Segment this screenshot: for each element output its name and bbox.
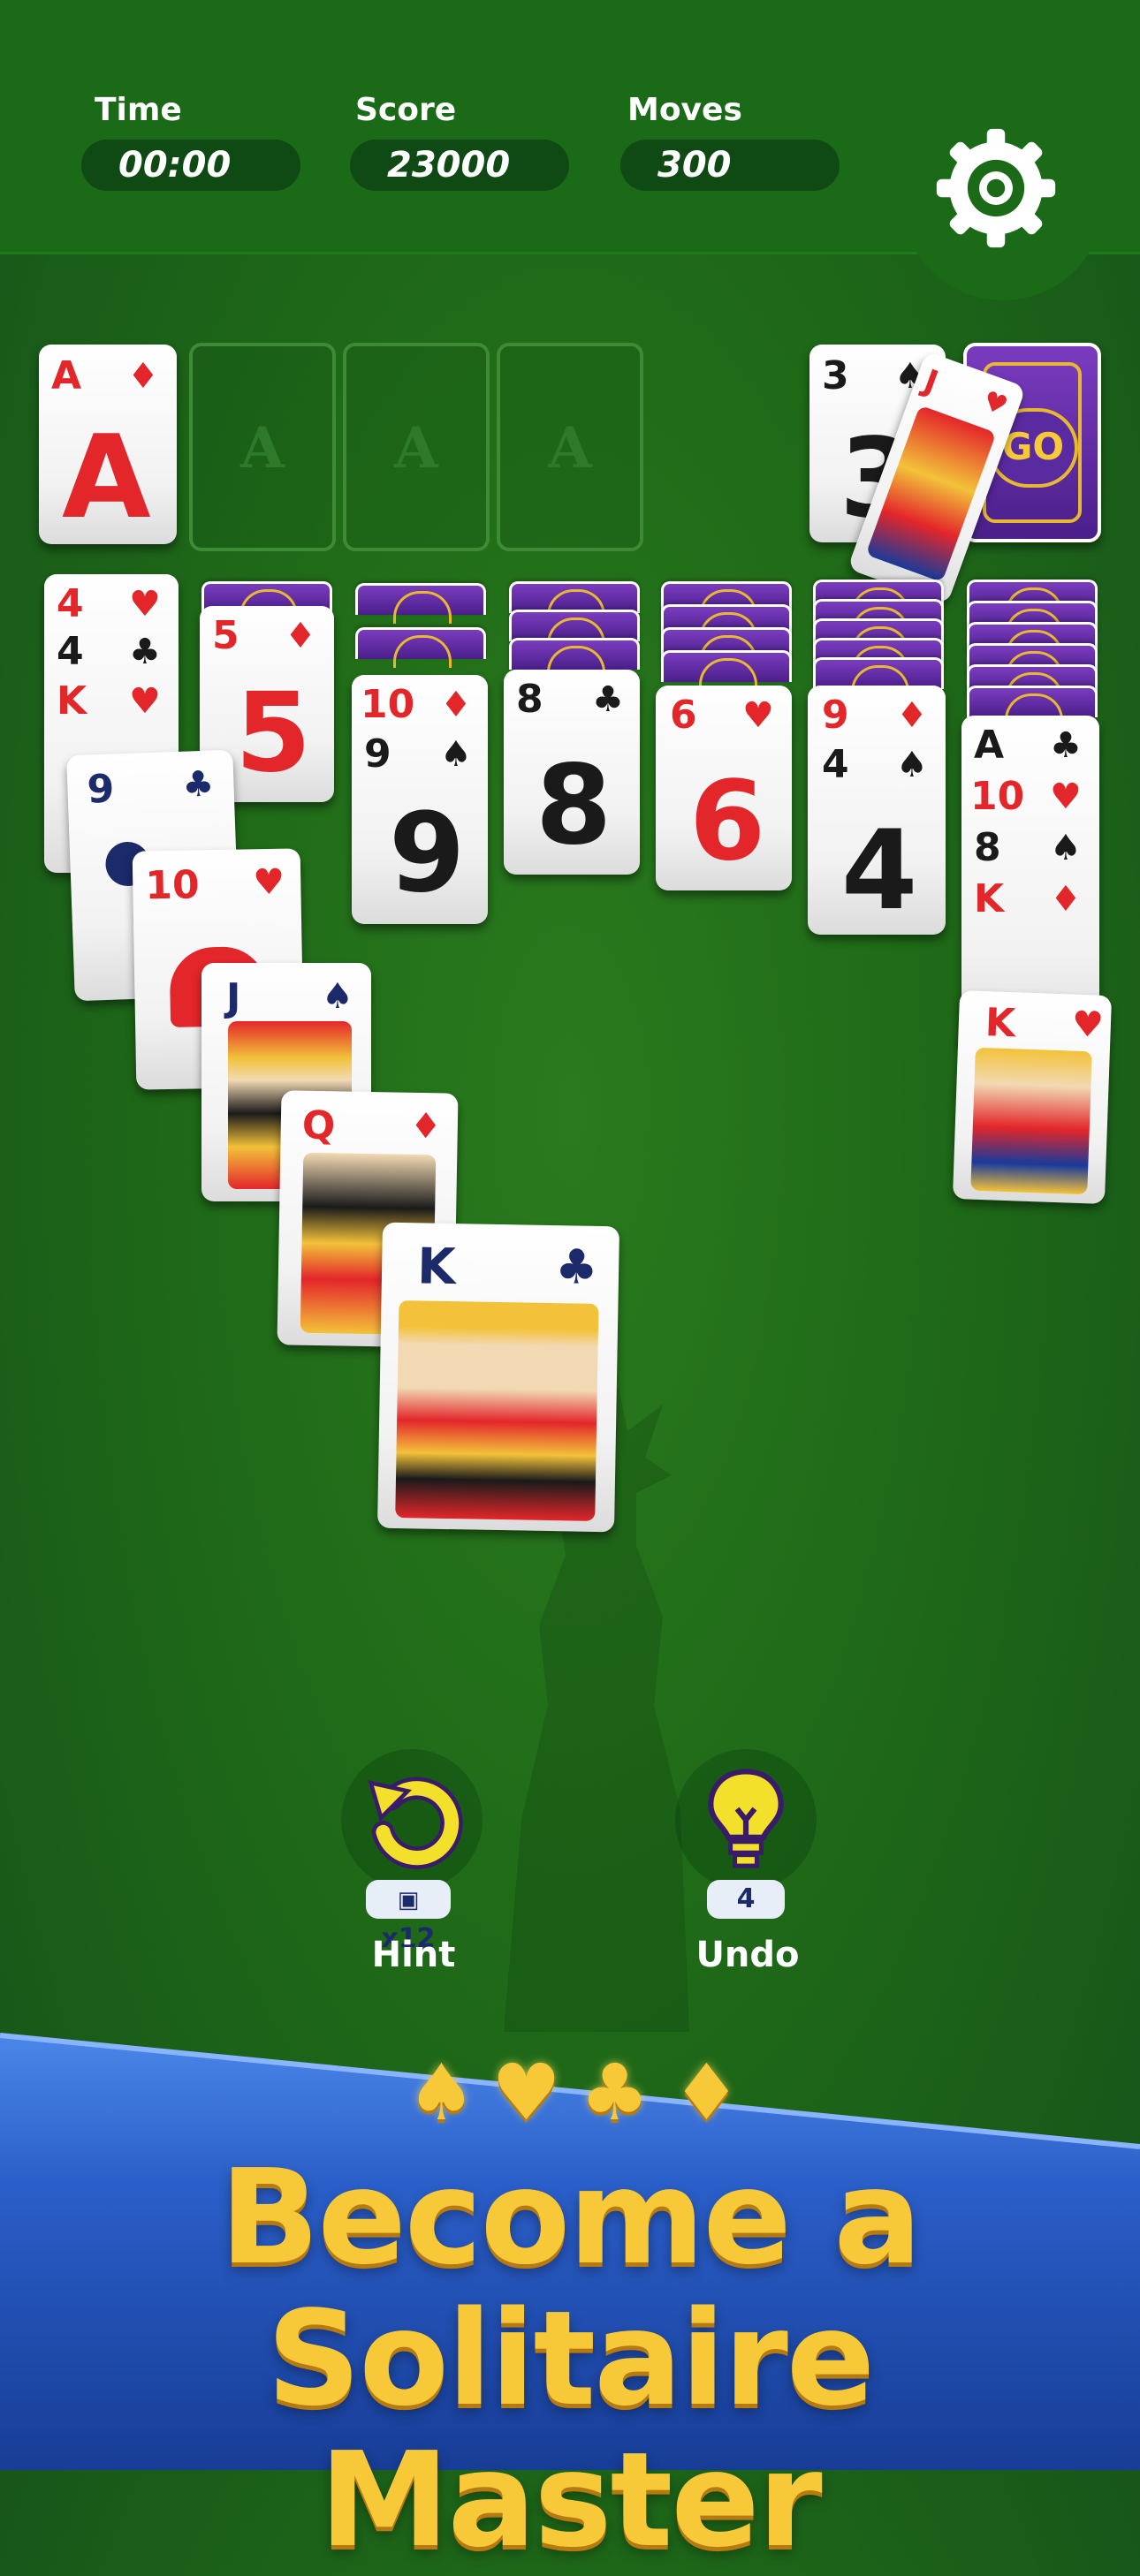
card-rank: 10 [144, 862, 201, 909]
card-rank: K [974, 876, 1005, 921]
cascade-card-king-clubs[interactable]: K ♣ [377, 1222, 619, 1533]
score-value: 23000 [350, 140, 569, 191]
card-back [967, 686, 1098, 726]
headline-line1: Become a [219, 2141, 923, 2293]
heart-icon: ♥ [129, 681, 161, 722]
card-back [509, 581, 640, 622]
card-rank: 9 [86, 766, 116, 813]
time-value: 00:00 [81, 140, 300, 191]
card-rank: K [57, 678, 87, 724]
spade-icon: ♠ [407, 2047, 476, 2138]
hint-counter: ▣ x12 [366, 1880, 451, 1954]
undo-arrow-icon [368, 1777, 463, 1869]
lightbulb-icon [708, 1769, 784, 1868]
hint-button[interactable] [341, 1749, 483, 1890]
heart-icon: ♥ [978, 385, 1012, 423]
club-icon: ♣ [580, 2047, 650, 2138]
club-icon: ♣ [554, 1239, 599, 1295]
card-rank: 8 [974, 825, 1001, 870]
card-big-rank: 4 [841, 807, 918, 935]
slot-letter: A [548, 415, 592, 481]
gear-icon[interactable] [931, 124, 1060, 253]
card-rank: A [974, 723, 1005, 768]
card-back [355, 627, 486, 668]
diamond-icon: ♦ [896, 695, 928, 736]
card-rank: Q [301, 1102, 336, 1149]
tableau-col4-card[interactable]: 8 ♣ 8 [504, 670, 640, 875]
diamond-icon: ♦ [285, 616, 316, 656]
foundation-ace-diamonds[interactable]: A ♦ A [39, 345, 177, 544]
diamond-icon: ♦ [440, 685, 472, 725]
club-icon: ♣ [181, 763, 216, 806]
card-rank: K [984, 1000, 1016, 1047]
tableau-col6-stack[interactable]: 9 ♦ 4 ♠ 4 [808, 686, 946, 935]
undo-button[interactable] [675, 1749, 817, 1890]
moves-label: Moves [627, 92, 742, 128]
film-icon: ▣ [397, 1887, 420, 1913]
heart-icon: ♥ [129, 584, 161, 625]
heart-icon: ♥ [1050, 777, 1082, 817]
heart-icon: ♥ [252, 861, 285, 904]
card-rank: 6 [670, 693, 697, 738]
col7-king-hearts[interactable]: K ♥ [952, 990, 1113, 1204]
king-face-art [970, 1047, 1092, 1195]
diamond-icon: ♦ [409, 1105, 443, 1148]
spade-icon: ♠ [1050, 828, 1082, 868]
spade-icon: ♠ [440, 734, 472, 775]
foundation-slot-2[interactable]: A [189, 343, 336, 551]
spade-icon: ♠ [896, 745, 928, 785]
card-rank: 3 [822, 353, 849, 398]
club-icon: ♣ [592, 679, 624, 720]
card-big-rank: 8 [536, 742, 612, 869]
card-rank: 10 [970, 774, 1025, 819]
tableau-col5-card[interactable]: 6 ♥ 6 [656, 686, 792, 890]
undo-counter: 4 [707, 1880, 785, 1919]
heart-icon: ♥ [491, 2047, 561, 2138]
card-back [509, 638, 640, 678]
card-rank: K [416, 1238, 457, 1297]
card-back [355, 583, 486, 624]
card-big-rank: 5 [235, 670, 312, 797]
foundation-slot-3[interactable]: A [343, 343, 490, 551]
card-big-rank: 6 [689, 758, 766, 885]
hint-label[interactable]: Hint [325, 1935, 502, 1975]
diamond-icon: ♦ [1050, 879, 1082, 920]
headline-line2: Solitaire Master [266, 2283, 875, 2576]
king-face-art [395, 1300, 599, 1521]
card-back [661, 650, 792, 691]
card-rank: 4 [57, 629, 84, 674]
card-rank: 8 [516, 677, 543, 722]
undo-label[interactable]: Undo [659, 1935, 836, 1975]
score-label: Score [355, 92, 457, 128]
heart-icon: ♥ [742, 695, 774, 736]
club-icon: ♣ [129, 632, 161, 672]
card-rank: 9 [364, 731, 391, 777]
card-rank: J [226, 975, 241, 1020]
card-rank: 5 [212, 613, 239, 658]
heart-icon: ♥ [1071, 1004, 1105, 1046]
slot-letter: A [240, 415, 285, 481]
tableau-col3-stack[interactable]: 10 ♦ 9 ♠ 9 [352, 675, 488, 924]
moves-value: 300 [620, 140, 840, 191]
diamond-icon: ♦ [672, 2047, 741, 2138]
slot-letter: A [394, 415, 438, 481]
club-icon: ♣ [1050, 725, 1082, 766]
card-back [813, 657, 944, 698]
card-rank: 10 [361, 682, 415, 727]
card-rank: 9 [822, 693, 849, 738]
card-rank: 4 [822, 742, 849, 787]
time-label: Time [95, 92, 182, 128]
card-rank: 4 [57, 581, 84, 626]
spade-icon: ♠ [322, 976, 353, 1017]
foundation-slot-4[interactable]: A [497, 343, 643, 551]
diamond-icon: ♦ [127, 356, 159, 397]
card-big-rank: 9 [389, 790, 466, 917]
card-rank: A [51, 353, 82, 398]
card-big-rank: A [62, 410, 151, 544]
card-back [509, 610, 640, 650]
card-rank: J [919, 363, 943, 402]
